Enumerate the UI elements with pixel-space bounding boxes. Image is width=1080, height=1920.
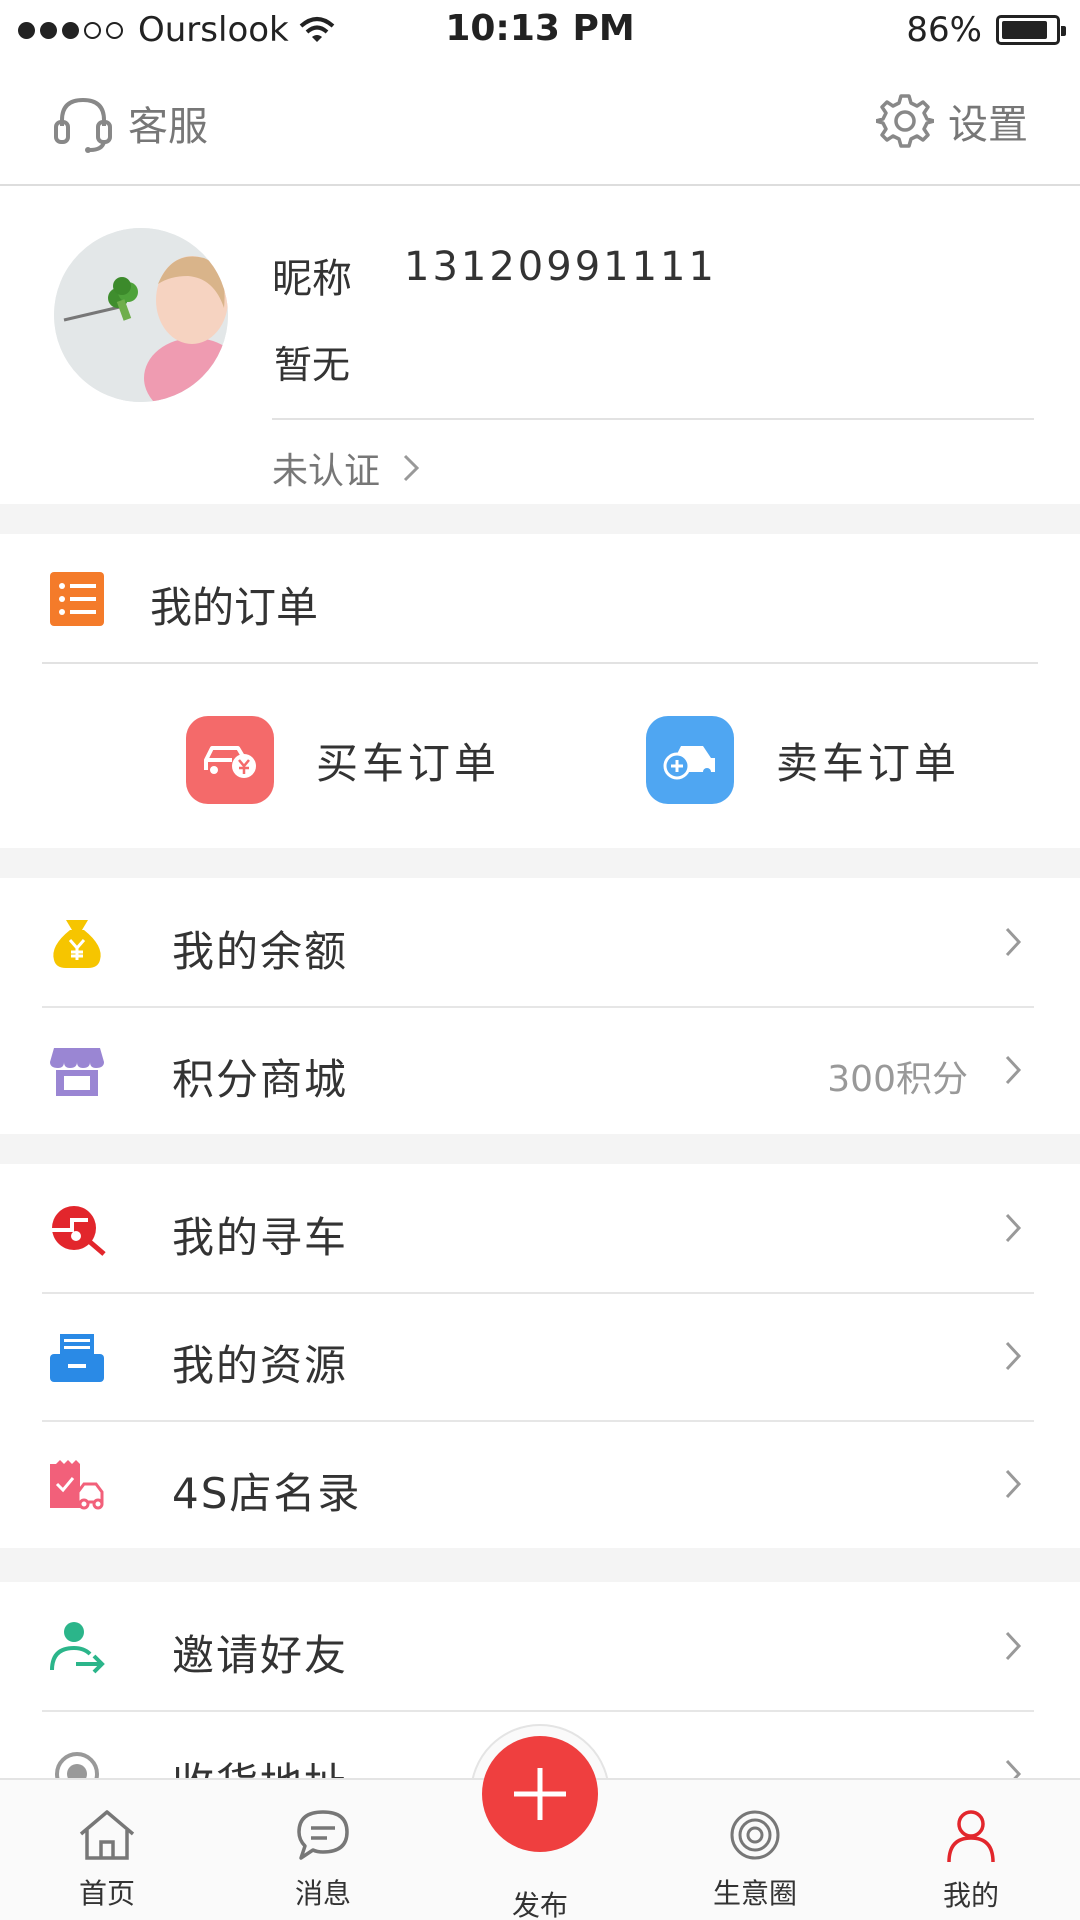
buy-car-orders-label: 买车订单 — [316, 738, 501, 788]
chevron-right-icon — [1005, 1055, 1022, 1085]
tab-business-circle[interactable]: 生意圈 — [680, 1780, 830, 1920]
gear-icon — [876, 94, 934, 148]
sell-car-orders-label: 卖车订单 — [776, 738, 961, 788]
dealer-directory-icon — [50, 1460, 104, 1510]
status-bar: Ourslook 10:13 PM 86% — [0, 0, 1080, 62]
money-bag-icon — [53, 920, 101, 968]
chevron-right-icon — [1005, 1631, 1022, 1661]
battery-percent: 86% — [906, 10, 982, 50]
battery-fill — [1002, 21, 1047, 39]
tab-label: 消息 — [294, 1877, 351, 1910]
my-orders-row[interactable]: 我的订单 — [0, 534, 1080, 662]
order-list-icon — [50, 572, 104, 626]
chevron-right-icon — [1005, 1213, 1022, 1243]
tab-label: 发布 — [511, 1889, 568, 1920]
tab-home[interactable]: 首页 — [32, 1780, 182, 1920]
settings-label: 设置 — [948, 102, 1028, 148]
resources-group: 我的寻车 我的资源 4S店名录 — [0, 1164, 1080, 1548]
top-header: 客服 设置 — [0, 62, 1080, 186]
list-item-invite-friends[interactable]: 邀请好友 — [0, 1582, 1080, 1710]
divider — [42, 662, 1038, 664]
list-item-car-search[interactable]: 我的寻车 — [0, 1164, 1080, 1292]
business-circle-icon — [730, 1810, 780, 1860]
chevron-right-icon — [1005, 1341, 1022, 1371]
list-item-points-mall[interactable]: 积分商城 300积分 — [0, 1006, 1080, 1134]
list-item-label: 我的资源 — [172, 1341, 349, 1390]
home-icon — [79, 1810, 135, 1860]
list-item-balance[interactable]: 我的余额 — [0, 878, 1080, 1006]
location-icon — [55, 1752, 99, 1778]
chevron-right-icon — [1005, 927, 1022, 957]
user-icon — [947, 1810, 995, 1863]
car-search-icon — [52, 1206, 106, 1256]
headset-icon — [54, 97, 112, 153]
wallet-group: 我的余额 积分商城 300积分 — [0, 878, 1080, 1134]
list-item-label: 我的余额 — [172, 927, 349, 976]
my-orders-title: 我的订单 — [150, 583, 319, 632]
list-item-label: 收货地址 — [172, 1750, 348, 1778]
customer-service-button[interactable]: 客服 — [52, 92, 208, 154]
battery-icon — [996, 15, 1066, 45]
orders-section: 我的订单 买车订单 卖车订单 — [0, 534, 1080, 848]
list-item-label: 积分商城 — [172, 1055, 349, 1104]
list-item-resources[interactable]: 我的资源 — [0, 1292, 1080, 1420]
nickname-label: 昵称 — [272, 256, 352, 302]
chevron-right-icon — [403, 454, 420, 482]
avatar[interactable] — [54, 228, 228, 402]
list-item-label: 我的寻车 — [172, 1213, 349, 1262]
plus-icon — [514, 1768, 566, 1820]
certification-status: 未认证 — [272, 451, 381, 492]
tray-icon — [50, 1334, 104, 1382]
divider — [272, 418, 1034, 420]
settings-button[interactable]: 设置 — [876, 92, 1028, 150]
invite-friend-icon — [50, 1622, 105, 1674]
phone-number: 13120991111 — [404, 244, 717, 290]
tab-label: 首页 — [78, 1877, 135, 1910]
list-item-label: 邀请好友 — [172, 1631, 349, 1680]
store-icon — [50, 1048, 104, 1096]
chat-bubble-icon — [297, 1810, 349, 1860]
profile-description: 暂无 — [274, 343, 351, 387]
profile-card[interactable]: 昵称 13120991111 暂无 未认证 — [0, 186, 1080, 504]
buy-car-icon — [186, 716, 274, 804]
customer-service-label: 客服 — [128, 104, 208, 150]
battery-status: 86% — [906, 10, 1066, 50]
points-balance: 300积分 — [827, 1059, 968, 1100]
tab-label: 我的 — [942, 1879, 999, 1912]
chevron-right-icon — [1005, 1469, 1022, 1499]
chevron-right-icon — [1005, 1759, 1022, 1778]
tab-messages[interactable]: 消息 — [248, 1780, 398, 1920]
avatar-image — [54, 228, 228, 402]
certification-link[interactable]: 未认证 — [272, 442, 420, 494]
sell-car-icon — [646, 716, 734, 804]
buy-car-orders-button[interactable]: 买车订单 — [186, 716, 500, 804]
tab-label: 生意圈 — [712, 1877, 797, 1910]
publish-button[interactable] — [482, 1736, 598, 1852]
list-item-label: 4S店名录 — [172, 1469, 362, 1518]
list-item-dealer-directory[interactable]: 4S店名录 — [0, 1420, 1080, 1548]
sell-car-orders-button[interactable]: 卖车订单 — [646, 716, 960, 804]
tab-mine[interactable]: 我的 — [896, 1780, 1046, 1920]
